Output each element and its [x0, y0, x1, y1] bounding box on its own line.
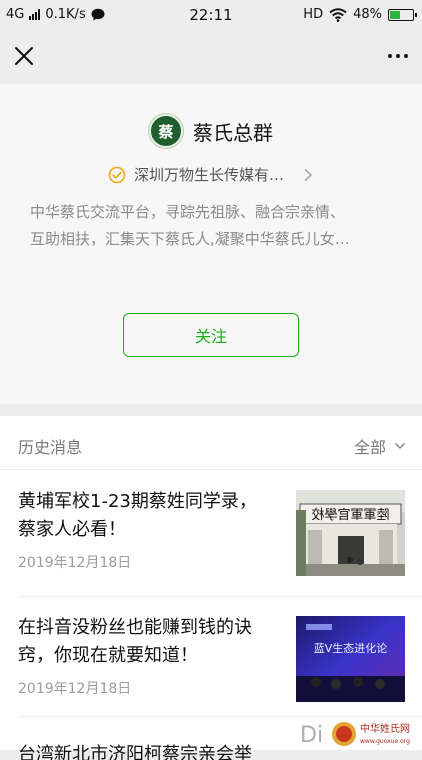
verified-org-name: 深圳万物生长传媒有… [133, 166, 284, 184]
filter-label: 全部 [353, 438, 386, 457]
article-date: 2019年12月18日 [18, 681, 132, 697]
more-button[interactable] [384, 42, 412, 70]
divider [18, 596, 422, 597]
account-name: 蔡氏总群 [193, 120, 273, 145]
verified-check-icon [108, 166, 126, 183]
article-item[interactable]: 黄埔军校1-23期蔡姓同学录，蔡家人必看！ 2019年12月18日 陸軍軍官學校 [0, 472, 422, 582]
article-title-partial[interactable]: 台湾新北市济阳柯蔡宗亲会举 [18, 740, 308, 760]
account-logo: 蔡 [149, 114, 183, 148]
account-description: 中华蔡氏交流平台，寻踪先祖脉、融合宗亲情、 互助相扶，汇集天下蔡氏人,凝聚中华蔡… [30, 199, 402, 253]
account-profile: 蔡 蔡氏总群 深圳万物生长传媒有… 中华蔡氏交流平台，寻踪先祖脉、融合宗亲情、 … [0, 84, 422, 404]
watermark-url: www.guoxue.org [360, 738, 410, 745]
close-button[interactable] [10, 42, 38, 70]
thumbnail-caption: 蓝V生态进化论 [314, 641, 388, 655]
article-title: 黄埔军校1-23期蔡姓同学录，蔡家人必看！ [18, 491, 257, 540]
history-header: 历史消息 全部 [0, 416, 422, 470]
history-messages: 历史消息 全部 黄埔军校1-23期蔡姓同学录，蔡家人必看！ 2019年12月18… [0, 416, 422, 760]
more-dots-icon [388, 54, 408, 58]
wifi-icon [329, 7, 347, 22]
account-header: 蔡 蔡氏总群 [0, 114, 422, 148]
verified-org-link[interactable]: 深圳万物生长传媒有… [0, 164, 422, 185]
thumbnail-caption: 陸軍軍官學校 [311, 507, 389, 523]
article-title: 在抖音没粉丝也能赚到钱的诀窍，你现在就要知道！ [18, 617, 252, 666]
chevron-down-icon [394, 442, 406, 450]
svg-text:Di: Di [300, 723, 323, 748]
description-line: 互助相扶，汇集天下蔡氏人,凝聚中华蔡氏儿女… [30, 230, 350, 248]
article-thumbnail: 陸軍軍官學校 [296, 490, 405, 576]
article-item[interactable]: 在抖音没粉丝也能赚到钱的诀窍，你现在就要知道！ 2019年12月18日 蓝V生态… [0, 598, 422, 708]
battery-label: 48% [353, 7, 382, 22]
watermark-text: 中华姓氏网 [360, 722, 410, 735]
history-title: 历史消息 [18, 438, 83, 457]
hd-label: HD [303, 7, 324, 22]
nav-bar [0, 30, 422, 84]
battery-icon [388, 8, 417, 21]
article-date: 2019年12月18日 [18, 555, 132, 571]
follow-button[interactable]: 关注 [123, 313, 299, 357]
close-icon [15, 47, 33, 65]
site-watermark: Di 中华姓氏网 www.guoxue.org [300, 712, 422, 750]
filter-dropdown[interactable]: 全部 [354, 434, 406, 458]
chevron-right-icon [304, 168, 313, 181]
article-thumbnail: 蓝V生态进化论 [296, 616, 405, 702]
description-line: 中华蔡氏交流平台，寻踪先祖脉、融合宗亲情、 [30, 203, 346, 221]
status-bar: 4G 0.1K/s 22:11 HD 48% [0, 0, 422, 30]
